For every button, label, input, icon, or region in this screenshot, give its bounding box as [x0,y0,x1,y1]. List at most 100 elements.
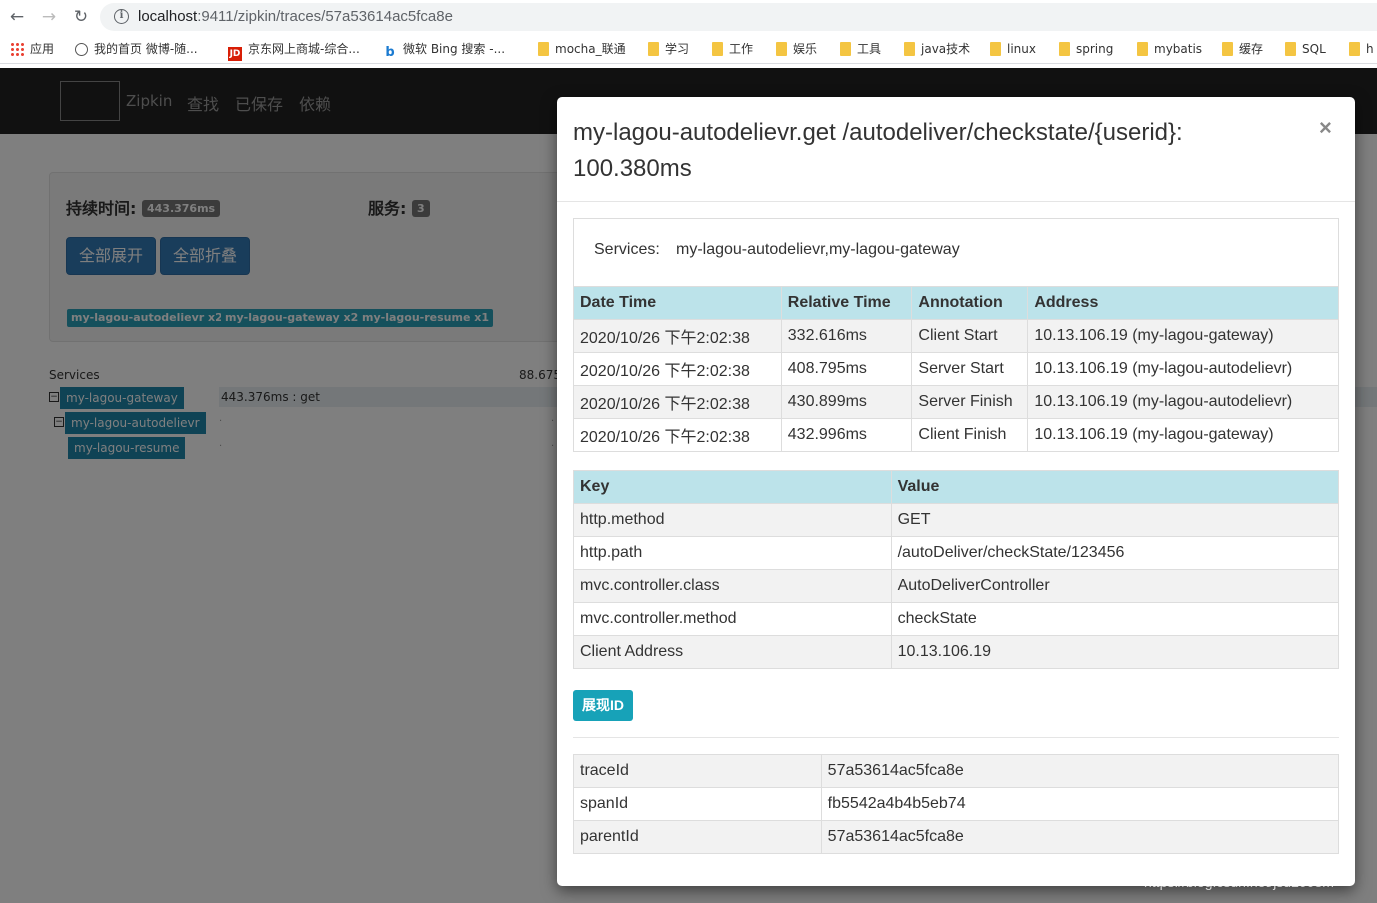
cell: 57a53614ac5fca8e [820,820,1340,854]
apps-icon [10,42,24,56]
folder-icon [1285,42,1296,56]
annotations-table: Date Time Relative Time Annotation Addre… [573,286,1339,452]
bookmark-label: 学习 [665,42,690,56]
folder-icon [904,42,915,56]
modal-title: my-lagou-autodelievr.get /autodeliver/ch… [573,119,1183,182]
bookmark-label: mybatis [1154,42,1203,56]
column-header: Relative Time [780,286,913,320]
bookmark-folder[interactable]: 工作 [712,41,753,59]
bookmark-label: 我的首页 微博-随... [94,42,198,56]
forward-icon[interactable]: → [38,6,60,28]
folder-icon [1059,42,1070,56]
bookmark-apps[interactable]: 应用 [10,41,54,59]
column-header: Date Time [573,286,782,320]
cell: Server Start [911,352,1029,386]
cell: fb5542a4b4b5eb74 [820,787,1340,821]
bookmark-folder[interactable]: SQL [1285,41,1326,59]
watermark: https://blog.csdn.net/jsd2008m [1144,874,1334,890]
cell: parentId [573,820,822,854]
cell: 10.13.106.19 (my-lagou-gateway) [1027,319,1339,353]
divider [557,201,1355,202]
cell: GET [890,503,1340,537]
table-row: traceId 57a53614ac5fca8e [573,754,1340,788]
show-ids-button[interactable]: 展现ID [573,690,633,721]
cell: mvc.controller.class [573,569,892,603]
bookmark-label: mocha_联通 [555,42,626,56]
bookmark-label: spring [1076,42,1114,56]
ids-table: traceId 57a53614ac5fca8e spanId fb5542a4… [573,754,1340,854]
url-path: :9411/zipkin/traces/57a53614ac5fca8e [197,8,453,25]
bookmark-folder[interactable]: 学习 [648,41,689,59]
bookmark-label: SQL [1302,42,1326,56]
close-icon[interactable]: × [1319,116,1332,140]
cell: http.method [573,503,892,537]
cell: spanId [573,787,822,821]
bookmark-label: 应用 [30,42,55,56]
bookmark-bing[interactable]: b 微软 Bing 搜索 -... [383,41,506,60]
bookmarks-bar: 应用 我的首页 微博-随... JD 京东网上商城-综合... b 微软 Bing … [0,34,1377,64]
bookmark-jd[interactable]: JD 京东网上商城-综合... [228,41,360,61]
address-bar[interactable]: i localhost:9411/zipkin/traces/57a53614a… [100,3,1377,31]
bookmark-label: 工具 [857,42,882,56]
bookmark-folder[interactable]: java技术 [904,41,970,59]
cell: AutoDeliverController [890,569,1340,603]
column-header: Value [890,470,1340,504]
services-value: my-lagou-autodelievr,my-lagou-gateway [676,241,960,258]
column-header: Address [1027,286,1339,320]
column-header: Annotation [911,286,1029,320]
info-icon[interactable]: i [114,9,129,24]
cell: Client Address [573,635,892,669]
bookmark-folder[interactable]: linux [990,41,1036,59]
table-row: mvc.controller.class AutoDeliverControll… [573,569,1340,603]
bookmark-folder[interactable]: 娱乐 [776,41,817,59]
cell: http.path [573,536,892,570]
cell: 408.795ms [780,352,913,386]
bookmark-folder[interactable]: 缓存 [1222,41,1263,59]
folder-icon [990,42,1001,56]
bookmark-label: h [1366,42,1374,56]
table-row: spanId fb5542a4b4b5eb74 [573,787,1340,821]
cell: 430.899ms [780,385,913,419]
folder-icon [840,42,851,56]
table-header-row: Date Time Relative Time Annotation Addre… [573,286,1339,320]
bookmark-folder[interactable]: spring [1059,41,1113,59]
bookmark-label: 工作 [729,42,754,56]
bookmark-folder[interactable]: 工具 [840,41,881,59]
bookmark-label: 微软 Bing 搜索 -... [403,42,506,56]
cell: Server Finish [911,385,1029,419]
cell: 432.996ms [780,418,913,452]
jd-icon: JD [228,47,242,61]
cell: 10.13.106.19 (my-lagou-autodelievr) [1027,352,1339,386]
bookmark-folder[interactable]: mocha_联通 [538,41,626,59]
tags-table: Key Value http.method GET http.path /aut… [573,470,1340,669]
bookmark-label: 娱乐 [793,42,818,56]
cell: 10.13.106.19 (my-lagou-autodelievr) [1027,385,1339,419]
span-detail-modal: my-lagou-autodelievr.get /autodeliver/ch… [557,97,1355,886]
folder-icon [538,42,549,56]
services-label: Services: [594,241,660,258]
table-row: http.method GET [573,503,1340,537]
url-text[interactable]: localhost:9411/zipkin/traces/57a53614ac5… [138,8,453,25]
folder-icon [776,42,787,56]
services-panel: Services: my-lagou-autodelievr,my-lagou-… [573,218,1339,286]
cell: 10.13.106.19 [890,635,1340,669]
column-header: Key [573,470,892,504]
folder-icon [648,42,659,56]
cell: 2020/10/26 下午2:02:38 [573,319,782,353]
table-row: 2020/10/26 下午2:02:38 332.616ms Client St… [573,319,1339,353]
url-host: localhost [138,8,198,25]
table-row: 2020/10/26 下午2:02:38 430.899ms Server Fi… [573,385,1339,419]
cell: Client Finish [911,418,1029,452]
bookmark-label: 京东网上商城-综合... [248,42,360,56]
bookmark-folder[interactable]: h [1349,41,1374,59]
bing-icon: b [385,45,395,60]
table-row: parentId 57a53614ac5fca8e [573,820,1340,854]
cell: Client Start [911,319,1029,353]
reload-icon[interactable]: ↻ [70,6,92,28]
folder-icon [712,42,723,56]
table-row: 2020/10/26 下午2:02:38 432.996ms Client Fi… [573,418,1339,452]
bookmark-weibo[interactable]: 我的首页 微博-随... [75,41,198,59]
bookmark-folder[interactable]: mybatis [1137,41,1202,59]
back-icon[interactable]: ← [6,6,28,28]
cell: traceId [573,754,822,788]
